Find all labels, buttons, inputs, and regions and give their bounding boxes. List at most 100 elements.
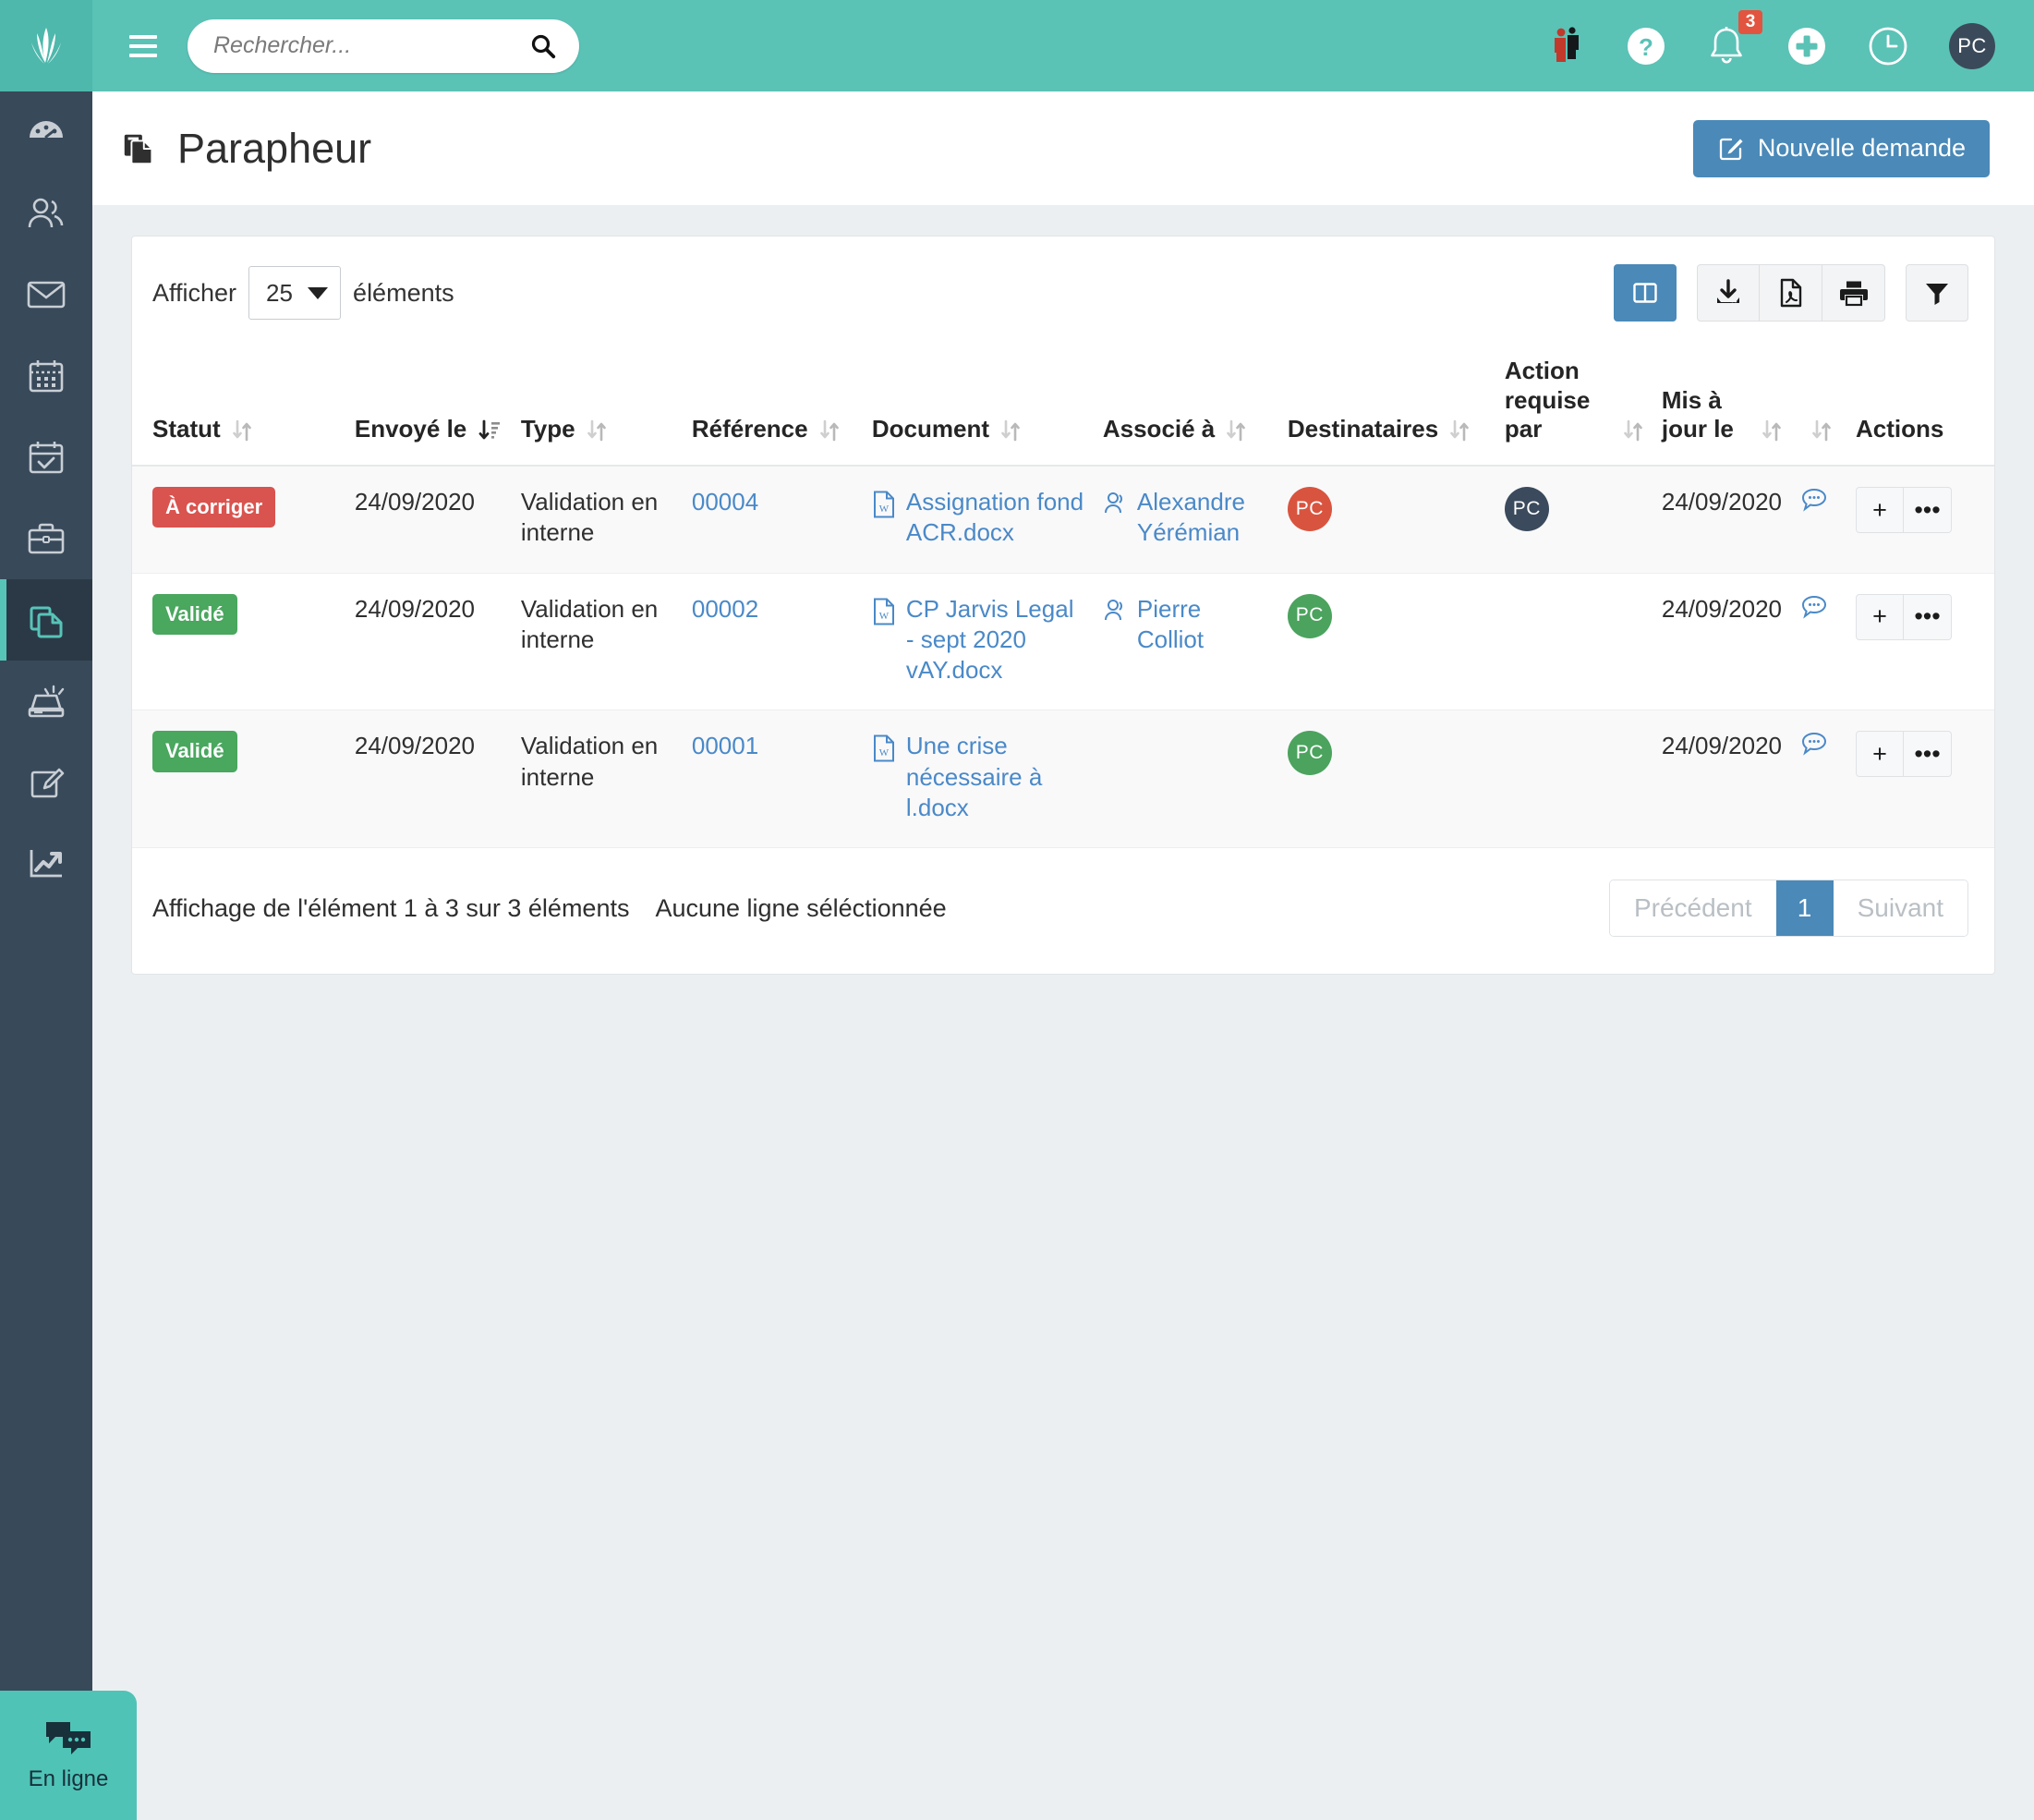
table-row[interactable]: À corriger 24/09/2020 Validation en inte…	[132, 466, 1994, 574]
column-label: Actions	[1856, 415, 1944, 443]
filter-funnel-icon	[1926, 284, 1948, 305]
left-sidebar	[0, 91, 92, 1820]
recipient-avatar[interactable]: PC	[1287, 593, 1332, 638]
page-header: Parapheur Nouvelle demande	[92, 91, 2034, 205]
comment-bubble-icon[interactable]	[1800, 731, 1828, 757]
sidebar-item-mail[interactable]	[0, 254, 92, 335]
avatar[interactable]: PC	[1949, 22, 1995, 69]
column-header-destinataires[interactable]: Destinataires	[1277, 342, 1495, 467]
people-icon[interactable]	[1552, 26, 1585, 67]
page-size-control: Afficher 25 éléments	[152, 266, 454, 320]
more-actions-button[interactable]: •••	[1904, 593, 1952, 640]
reference-link[interactable]: 00004	[692, 488, 758, 516]
parapheur-table: Statut Envoyé le Type Référence Document…	[132, 342, 1994, 849]
word-file-icon: W	[873, 734, 894, 762]
search-input[interactable]	[213, 32, 529, 59]
recipient-avatar-initials: PC	[1295, 497, 1324, 519]
scanner-icon	[28, 685, 65, 718]
pagination-next-button[interactable]: Suivant	[1833, 880, 1967, 937]
more-actions-button[interactable]: •••	[1904, 487, 1952, 534]
associated-contact-link[interactable]: Alexandre Yérémian	[1137, 487, 1269, 549]
cell-statut: Validé	[132, 573, 345, 711]
column-header-associe-a[interactable]: Associé à	[1093, 342, 1278, 467]
cell-envoye-le: 24/09/2020	[345, 710, 512, 849]
sidebar-item-scan[interactable]	[0, 661, 92, 742]
app-logo[interactable]	[0, 0, 92, 91]
new-request-button[interactable]: Nouvelle demande	[1692, 119, 1990, 177]
cell-comments	[1791, 710, 1846, 849]
column-header-statut[interactable]: Statut	[132, 342, 345, 467]
add-action-button[interactable]: +	[1856, 731, 1904, 778]
table-row[interactable]: Validé 24/09/2020 Validation en interne …	[132, 710, 1994, 849]
more-actions-button[interactable]: •••	[1904, 731, 1952, 778]
pagination-page-1-button[interactable]: 1	[1775, 880, 1834, 937]
cell-envoye-le: 24/09/2020	[345, 466, 512, 574]
document-link[interactable]: Une crise nécessaire à l.docx	[906, 731, 1084, 823]
table-footer: Affichage de l'élément 1 à 3 sur 3 éléme…	[132, 848, 1994, 974]
cell-reference: 00004	[682, 466, 863, 574]
sidebar-item-edit[interactable]	[0, 742, 92, 823]
column-label: Statut	[152, 415, 221, 443]
column-header-comments[interactable]	[1791, 342, 1846, 467]
export-pdf-button[interactable]	[1760, 264, 1822, 322]
document-link[interactable]: CP Jarvis Legal - sept 2020 vAY.docx	[906, 594, 1084, 686]
sidebar-item-cases[interactable]	[0, 498, 92, 579]
search-bar[interactable]	[188, 18, 579, 73]
reference-link[interactable]: 00002	[692, 595, 758, 623]
sidebar-item-parapheur[interactable]	[0, 579, 92, 661]
sidebar-item-tasks[interactable]	[0, 417, 92, 498]
edit-square-icon	[30, 768, 65, 798]
print-button[interactable]	[1822, 264, 1885, 322]
clock-history-icon[interactable]	[1868, 26, 1908, 67]
column-label: Action requise par	[1504, 357, 1591, 443]
page-size-select[interactable]: 25	[248, 266, 342, 320]
sidebar-item-analytics[interactable]	[0, 823, 92, 904]
search-icon[interactable]	[529, 32, 557, 60]
add-circle-icon[interactable]	[1786, 26, 1827, 67]
sort-icon	[1624, 419, 1642, 442]
export-download-button[interactable]	[1697, 264, 1760, 322]
add-action-button[interactable]: +	[1856, 487, 1904, 534]
document-link[interactable]: Assignation fond ACR.docx	[906, 487, 1084, 549]
menu-toggle-button[interactable]	[115, 34, 171, 57]
action-required-avatar[interactable]: PC	[1504, 487, 1549, 532]
comment-bubble-icon[interactable]	[1800, 487, 1828, 513]
associated-contact-link[interactable]: Pierre Colliot	[1137, 594, 1269, 656]
notifications-bell-icon[interactable]: 3	[1707, 9, 1762, 67]
add-action-button[interactable]: +	[1856, 593, 1904, 640]
analytics-chart-icon	[30, 850, 62, 878]
column-header-document[interactable]: Document	[862, 342, 1094, 467]
table-body: À corriger 24/09/2020 Validation en inte…	[132, 466, 1994, 849]
column-header-mis-a-jour-le[interactable]: Mis à jour le	[1652, 342, 1791, 467]
cell-destinataires: PC	[1277, 573, 1495, 711]
reference-link[interactable]: 00001	[692, 732, 758, 759]
column-label: Associé à	[1102, 415, 1216, 443]
column-label: Type	[520, 415, 575, 443]
column-header-reference[interactable]: Référence	[682, 342, 863, 467]
comment-bubble-icon[interactable]	[1800, 594, 1828, 620]
recipient-avatar[interactable]: PC	[1287, 487, 1332, 532]
chat-widget[interactable]: En ligne	[0, 1691, 137, 1820]
column-header-envoye-le[interactable]: Envoyé le	[345, 342, 512, 467]
notification-badge: 3	[1738, 9, 1762, 34]
columns-toggle-button[interactable]	[1614, 264, 1677, 322]
sort-icon	[1001, 419, 1020, 442]
sidebar-item-contacts[interactable]	[0, 173, 92, 254]
documents-copy-icon	[30, 606, 63, 638]
user-icon	[1104, 492, 1122, 514]
pagination-previous-button[interactable]: Précédent	[1609, 880, 1776, 937]
table-row[interactable]: Validé 24/09/2020 Validation en interne …	[132, 573, 1994, 711]
recipient-avatar[interactable]: PC	[1287, 731, 1332, 776]
sort-icon	[1762, 419, 1781, 442]
page-title-text: Parapheur	[177, 124, 372, 172]
sidebar-item-dashboard[interactable]	[0, 91, 92, 173]
filter-button[interactable]	[1906, 264, 1968, 322]
pagination: Précédent 1 Suivant	[1608, 880, 1968, 938]
cell-associe-a	[1093, 710, 1278, 849]
cell-statut: Validé	[132, 710, 345, 849]
column-header-type[interactable]: Type	[511, 342, 683, 467]
sidebar-item-calendar[interactable]	[0, 335, 92, 417]
column-header-action-requise-par[interactable]: Action requise par	[1495, 342, 1653, 467]
cell-document: W Une crise nécessaire à l.docx	[862, 710, 1094, 849]
help-icon[interactable]: ?	[1626, 26, 1666, 67]
